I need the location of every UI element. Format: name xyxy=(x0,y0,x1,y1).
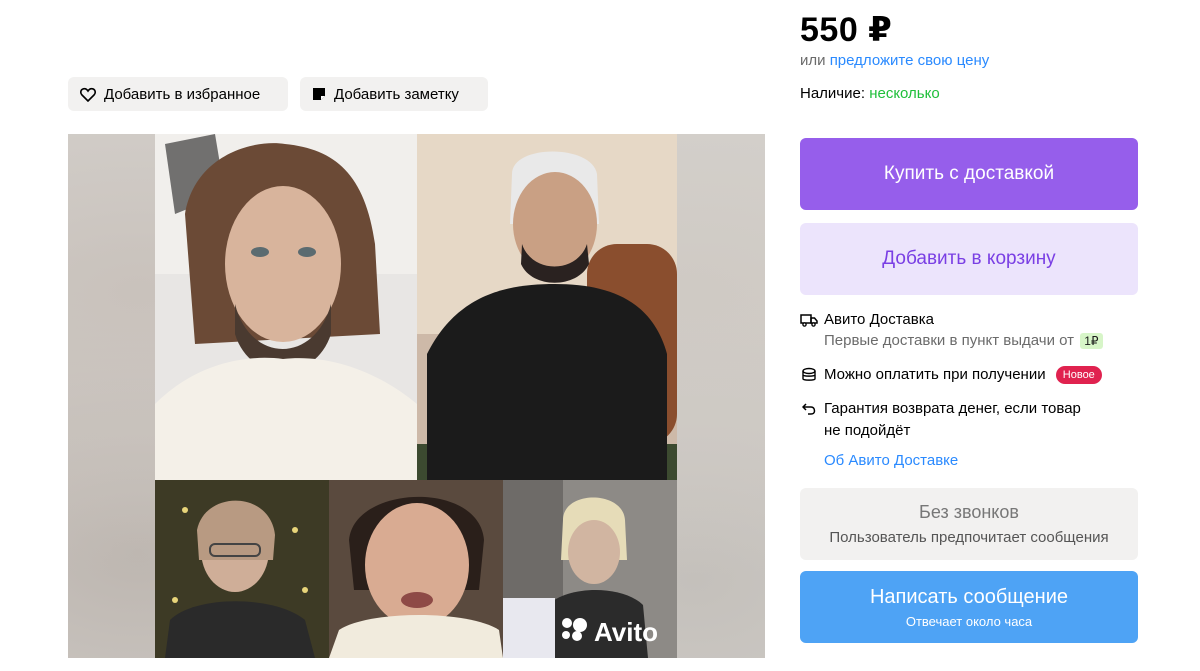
price-offer-prefix: или xyxy=(800,52,826,69)
avito-watermark: Avito xyxy=(560,616,658,649)
truck-icon xyxy=(800,311,818,329)
stock-label: Наличие: xyxy=(800,85,866,102)
write-message-button[interactable]: Написать сообщение Отвечает около часа xyxy=(800,571,1138,643)
add-to-favorites-label: Добавить в избранное xyxy=(104,85,261,103)
delivery-info: Авито Доставка Первые доставки в пункт в… xyxy=(800,311,1103,349)
write-message-label: Написать сообщение xyxy=(869,585,1068,608)
add-note-button[interactable]: Добавить заметку xyxy=(300,77,488,111)
note-icon xyxy=(312,87,326,101)
make-offer-link[interactable]: предложите свою цену xyxy=(830,52,990,69)
response-time-label: Отвечает около часа xyxy=(905,613,1033,629)
avito-watermark-text: Avito xyxy=(594,617,659,647)
delivery-subtitle: Первые доставки в пункт выдачи от xyxy=(824,332,1075,349)
guarantee-line-1: Гарантия возврата денег, если товар xyxy=(824,400,1081,417)
no-calls-title: Без звонков xyxy=(919,502,1019,522)
guarantee-line-2: не подойдёт xyxy=(824,422,911,439)
collage-tile-4 xyxy=(329,480,503,658)
pay-on-receipt-text: Можно оплатить при получении xyxy=(824,366,1046,383)
buy-with-delivery-label: Купить с доставкой xyxy=(883,163,1055,184)
no-calls-subtitle: Пользователь предпочитает сообщения xyxy=(829,529,1109,546)
about-avito-delivery-link[interactable]: Об Авито Доставке xyxy=(824,452,958,469)
heart-icon xyxy=(80,87,96,102)
add-to-cart-label: Добавить в корзину xyxy=(882,248,1056,269)
add-note-label: Добавить заметку xyxy=(334,85,459,103)
collage-tile-1 xyxy=(155,134,417,480)
coins-icon xyxy=(800,366,818,384)
listing-photo[interactable]: Avito xyxy=(68,134,765,658)
stock-value: несколько xyxy=(869,85,940,102)
price-offer-line: или предложите свою цену xyxy=(800,52,989,69)
delivery-price-badge: 1₽ xyxy=(1080,333,1103,349)
add-to-favorites-button[interactable]: Добавить в избранное xyxy=(68,77,288,111)
new-badge: Новое xyxy=(1055,366,1102,384)
delivery-subtitle-line: Первые доставки в пункт выдачи от 1₽ xyxy=(824,332,1103,349)
buy-with-delivery-button[interactable]: Купить с доставкой xyxy=(800,138,1138,210)
delivery-title: Авито Доставка xyxy=(824,311,934,328)
avito-logo-icon xyxy=(560,616,590,649)
price: 550 ₽ xyxy=(800,11,893,49)
return-arrow-icon xyxy=(800,400,818,418)
pay-on-receipt-info: Можно оплатить при получении Новое xyxy=(800,366,1102,384)
add-to-cart-button[interactable]: Добавить в корзину xyxy=(800,223,1138,295)
guarantee-info: Гарантия возврата денег, если товар не п… xyxy=(800,398,1081,442)
collage-tile-3 xyxy=(155,480,329,658)
collage-tile-2 xyxy=(417,134,677,480)
photo-collage: Avito xyxy=(155,134,677,658)
stock-line: Наличие: несколько xyxy=(800,85,940,102)
no-calls-notice: Без звонков Пользователь предпочитает со… xyxy=(800,488,1138,560)
